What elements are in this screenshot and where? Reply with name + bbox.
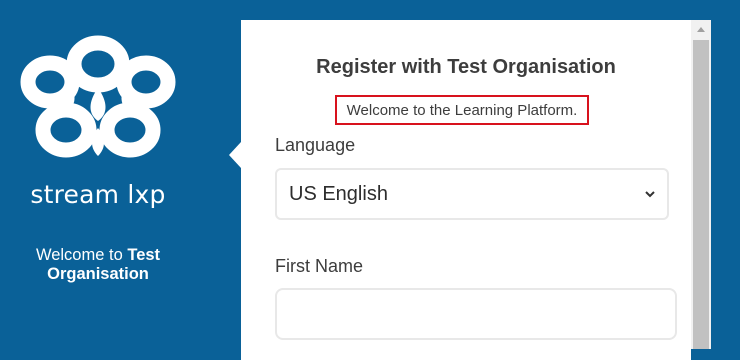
first-name-label: First Name	[275, 256, 364, 276]
panel-pointer	[229, 142, 241, 168]
scroll-up-arrow-icon[interactable]	[691, 25, 711, 39]
form-title: Register with Test Organisation	[316, 56, 616, 78]
chevron-down-icon	[645, 191, 655, 198]
welcome-text: Welcome to Test Organisation	[0, 246, 196, 284]
language-label: Language	[275, 135, 356, 155]
first-name-field[interactable]	[275, 288, 677, 340]
welcome-prefix: Welcome to	[35, 246, 128, 264]
welcome-message: Welcome to the Learning Platform.	[335, 95, 589, 125]
sidebar-panel: stream lxp Welcome to Test Organisation	[0, 0, 241, 349]
scrollbar[interactable]	[691, 20, 711, 349]
registration-card: Register with Test Organisation Welcome …	[241, 20, 691, 360]
language-selected-value: US English	[289, 182, 388, 205]
brand-name: stream lxp	[30, 180, 166, 209]
scrollbar-thumb[interactable]	[693, 40, 709, 349]
language-select[interactable]: US English	[275, 168, 669, 220]
flower-logo-icon	[20, 35, 176, 158]
